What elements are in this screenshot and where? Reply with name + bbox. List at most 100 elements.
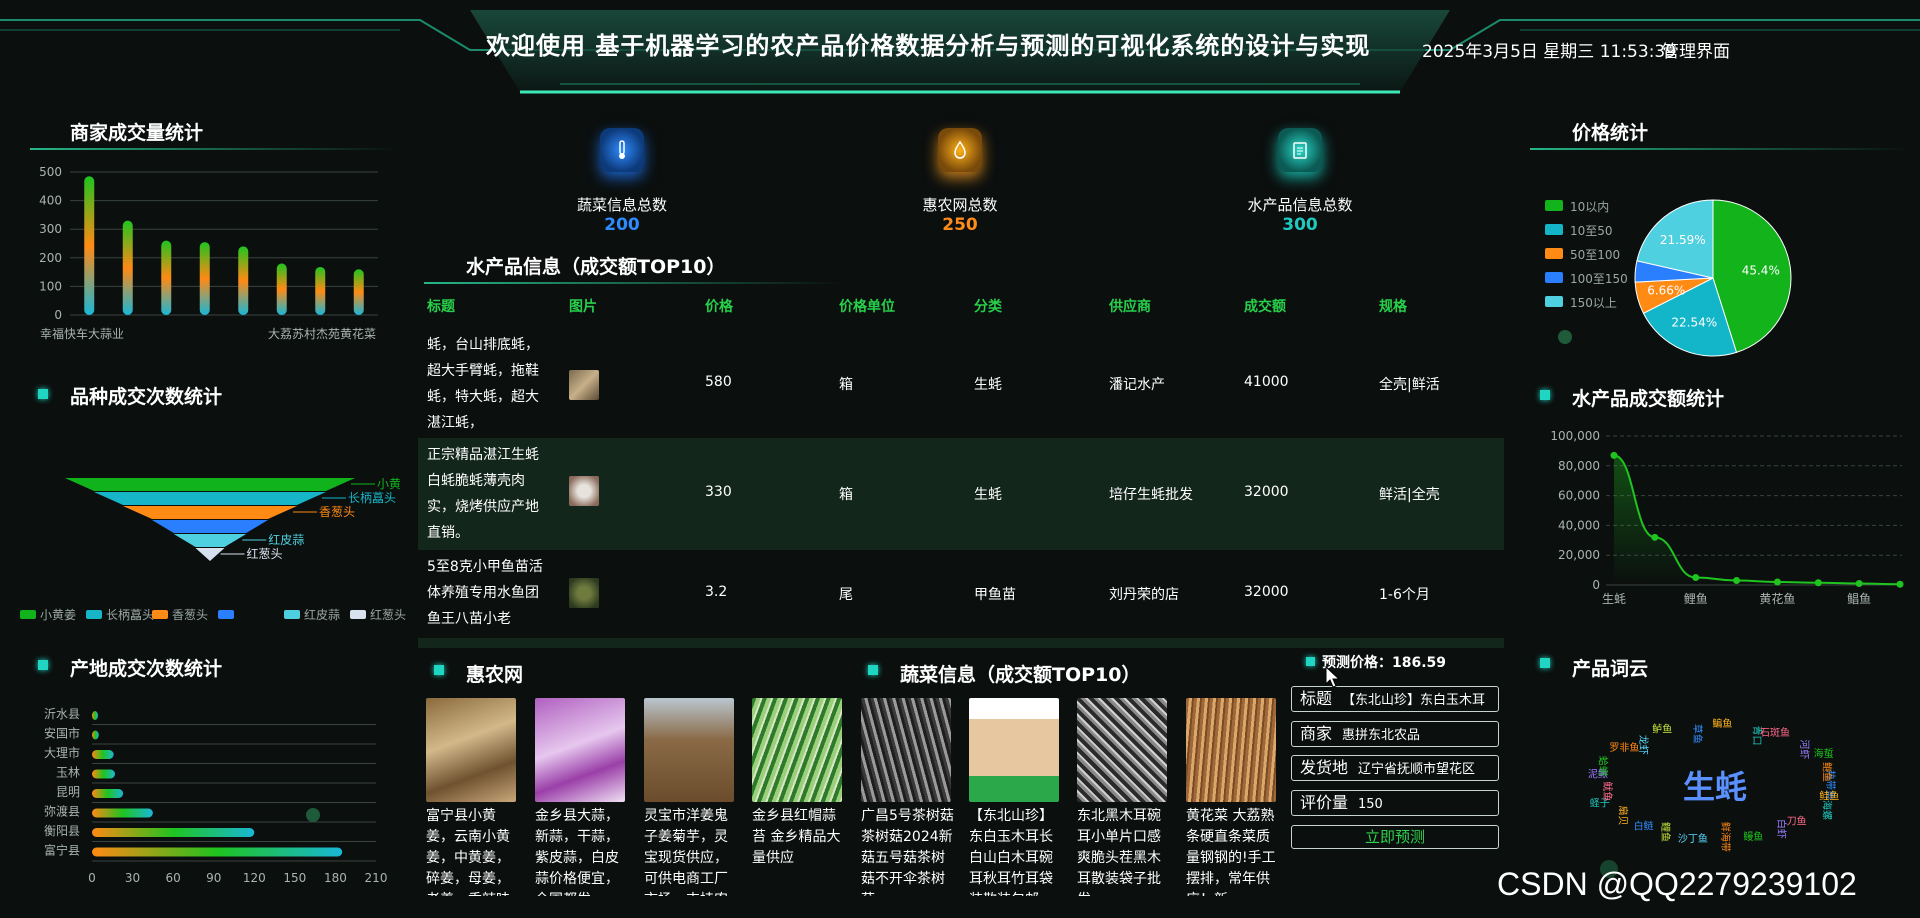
origin-count-chart: 沂水县安国市大理市玉林昆明弥渡县衡阳县富宁县 0 30 60 90 120 150 180 21… bbox=[44, 707, 387, 883]
product-card-text[interactable]: 富宁县小黄姜，云南小黄姜，中黄姜，碎姜，母姜，老姜，香辣味 bbox=[426, 806, 520, 896]
legend-swatch[interactable] bbox=[1545, 272, 1563, 283]
decorative-dot bbox=[1558, 330, 1572, 344]
legend-swatch[interactable] bbox=[1545, 248, 1563, 259]
product-image[interactable] bbox=[861, 698, 951, 802]
stat-label-aquatic: 水产品信息总数 bbox=[1247, 196, 1353, 214]
legend-label: 红皮蒜 bbox=[304, 608, 341, 622]
table-row[interactable]: 正宗精品湛江生蚝白蚝脆蚝薄壳肉实，烧烤供应产地直销。 330 箱 生蚝 培仔生蚝… bbox=[418, 438, 1504, 550]
column-header: 分类 bbox=[974, 299, 1002, 315]
product-card-text[interactable]: 黄花菜 大荔熟条硬直条菜质量钢钢的!手工摆排，常年供应！新 bbox=[1186, 806, 1280, 896]
product-image[interactable] bbox=[1186, 698, 1276, 802]
section-marker-icon bbox=[38, 660, 48, 670]
word-cloud-word: 沙丁鱼 bbox=[1678, 832, 1708, 845]
word-cloud-word: 鲜海带 bbox=[1719, 822, 1732, 852]
word-cloud-word: 扇贝 bbox=[1617, 806, 1630, 826]
funnel-segment bbox=[152, 520, 268, 533]
bar bbox=[92, 789, 124, 798]
table-row[interactable]: 蚝，台山排底蚝，超大手臂蚝，拖鞋蚝，特大蚝，超大湛江蚝， 580 箱 生蚝 潘记… bbox=[418, 330, 1504, 438]
ship-from-field[interactable]: 发货地 辽宁省抚顺市望花区 bbox=[1291, 755, 1499, 781]
legend-swatch[interactable] bbox=[1545, 224, 1563, 235]
product-card-text[interactable]: 东北黑木耳碗耳小单片口感爽脆头茬黑木耳散装袋子批发 bbox=[1077, 806, 1171, 896]
legend-swatch[interactable] bbox=[350, 610, 366, 619]
title-field[interactable]: 标题 【东北山珍】东白玉木耳 bbox=[1291, 686, 1499, 712]
bar bbox=[238, 246, 249, 315]
y-tick-label: 40,000 bbox=[1558, 518, 1600, 532]
legend-label: 150以上 bbox=[1570, 296, 1617, 310]
aquatic-amount-title: 水产品成交额统计 bbox=[1572, 388, 1725, 410]
watermark-text: CSDN @QQ2279239102 bbox=[1497, 866, 1857, 902]
product-card-text[interactable]: 【东北山珍】东白玉木耳长白山白木耳碗耳秋耳竹耳袋装散装包邮 bbox=[969, 806, 1063, 896]
product-image[interactable] bbox=[969, 698, 1059, 802]
bar bbox=[353, 269, 364, 315]
section-marker-icon bbox=[434, 665, 444, 675]
product-card-text[interactable]: 金乡县大蒜，新蒜，干蒜，紫皮蒜，白皮蒜价格便宜，全国都发 bbox=[535, 806, 629, 896]
column-header: 图片 bbox=[569, 299, 597, 315]
legend-swatch[interactable] bbox=[284, 610, 300, 619]
product-card-text[interactable]: 灵宝市洋姜鬼子姜菊芋，灵宝现货供应，可供电商工厂市场，支持农 bbox=[644, 806, 738, 896]
cell-title: 正宗精品湛江生蚝白蚝脆蚝薄壳肉实，烧烤供应产地直销。 bbox=[427, 447, 539, 541]
legend-label: 长柄藠头 bbox=[106, 608, 155, 622]
aquatic-amount-chart: 0 20,000 40,000 60,000 80,000 100,000 生蚝 鲤鱼 黄花鱼 鲳… bbox=[1550, 429, 1904, 606]
funnel-label: 小黄姜 bbox=[377, 477, 400, 491]
product-image[interactable] bbox=[1077, 698, 1167, 802]
legend-swatch[interactable] bbox=[1545, 200, 1563, 211]
funnel-label: 红皮蒜 bbox=[268, 532, 304, 547]
cell-supplier: 刘丹荣的店 bbox=[1109, 587, 1179, 603]
product-image[interactable] bbox=[752, 698, 842, 802]
review-count-field[interactable]: 评价量 150 bbox=[1291, 790, 1499, 816]
section-marker-icon bbox=[868, 665, 878, 675]
table-row-partial bbox=[418, 638, 1504, 648]
merchant-field[interactable]: 商家 惠拼东北农品 bbox=[1291, 721, 1499, 747]
product-image[interactable] bbox=[535, 698, 625, 802]
word-cloud-word: 海螺 bbox=[1821, 800, 1834, 820]
y-tick-label: 弥渡县 bbox=[44, 804, 80, 819]
legend-swatch[interactable] bbox=[20, 610, 36, 619]
y-tick-label: 玉林 bbox=[56, 766, 80, 780]
mouse-cursor-icon bbox=[1325, 666, 1341, 688]
predict-button[interactable]: 立即预测 bbox=[1291, 825, 1499, 849]
product-image[interactable] bbox=[426, 698, 516, 802]
cell-title: 5至8克小甲鱼苗活体养殖专用水鱼团鱼王八苗小老 bbox=[427, 559, 543, 627]
product-word-cloud: 生蚝 热带鱼鲑鱼海螺刀鱼白虾鳗鱼鲜海带沙丁鱼鲤鱼白鲢扇贝蛏子鱿鱼泥鳅蛤蜊罗非鱼龙虾… bbox=[1588, 717, 1839, 852]
x-tick-label: 生蚝 bbox=[1602, 592, 1626, 606]
bar bbox=[122, 220, 133, 315]
x-tick-label: 大荔苏村杰苑黄花菜 bbox=[268, 326, 376, 341]
table-row[interactable]: 5至8克小甲鱼苗活体养殖专用水鱼团鱼王八苗小老 3.2 尾 甲鱼苗 刘丹荣的店 … bbox=[418, 550, 1504, 638]
cell-spec: 鲜活|全壳 bbox=[1379, 487, 1440, 503]
admin-link[interactable]: 管理界面 bbox=[1662, 37, 1730, 62]
column-header: 价格单位 bbox=[839, 299, 895, 315]
product-card-text[interactable]: 广昌5号茶树菇 茶树菇2024新菇五号菇茶树菇不开伞茶树菇 bbox=[861, 806, 955, 896]
legend-swatch[interactable] bbox=[152, 610, 168, 619]
field-label: 标题 bbox=[1300, 689, 1333, 708]
word-cloud-word: 鲤鱼 bbox=[1659, 822, 1672, 842]
section-marker-icon bbox=[38, 389, 48, 399]
origin-count-title: 产地成交次数统计 bbox=[70, 658, 223, 680]
x-tick-label: 150 bbox=[283, 871, 306, 883]
x-tick-label: 0 bbox=[88, 871, 96, 883]
y-tick-label: 0 bbox=[1592, 578, 1600, 592]
bar bbox=[84, 176, 95, 315]
data-point bbox=[1773, 578, 1781, 586]
column-header: 标题 bbox=[427, 299, 455, 315]
word-cloud-word: 河虾 bbox=[1798, 739, 1811, 759]
stat-label-huinong: 惠农网总数 bbox=[922, 196, 998, 214]
word-cloud-word: 鲍鱼 bbox=[1820, 762, 1833, 782]
column-header: 供应商 bbox=[1109, 299, 1151, 315]
funnel-label: 香葱头 bbox=[319, 505, 355, 519]
legend-swatch[interactable] bbox=[86, 610, 102, 619]
product-image[interactable] bbox=[644, 698, 734, 802]
price-stats-title: 价格统计 bbox=[1572, 122, 1649, 144]
legend-swatch[interactable] bbox=[1545, 296, 1563, 307]
cell-category: 甲鱼苗 bbox=[974, 587, 1016, 603]
legend-label: 小黄姜 bbox=[40, 608, 77, 622]
field-label: 发货地 bbox=[1300, 758, 1349, 777]
y-tick-label: 安国市 bbox=[44, 726, 80, 741]
word-cloud-word: 海蜇 bbox=[1814, 747, 1834, 760]
data-point bbox=[1651, 533, 1659, 541]
bar bbox=[92, 769, 115, 779]
y-tick-label: 80,000 bbox=[1558, 459, 1600, 473]
droplet-icon bbox=[938, 128, 982, 172]
legend-swatch[interactable] bbox=[218, 610, 234, 619]
product-card-text[interactable]: 金乡县红帽蒜苔 金乡精品大量供应 bbox=[752, 806, 846, 896]
panel-divider bbox=[1530, 148, 1910, 150]
